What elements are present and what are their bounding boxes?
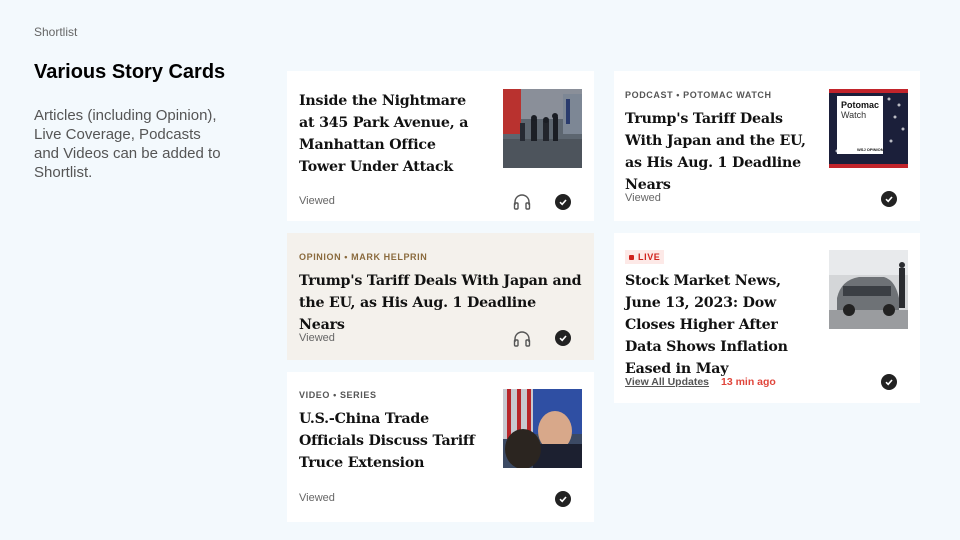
viewed-status: Viewed xyxy=(299,332,335,344)
saved-check-icon[interactable] xyxy=(881,374,897,390)
headphones-icon[interactable] xyxy=(513,194,531,210)
live-badge: LIVE xyxy=(625,250,665,264)
saved-check-icon[interactable] xyxy=(555,491,571,507)
view-all-updates-link[interactable]: View All Updates xyxy=(625,376,709,388)
story-thumbnail xyxy=(829,250,908,329)
podcast-cover-brand: WSJ OPINION xyxy=(857,147,884,152)
story-card-article[interactable]: Inside the Nightmare at 345 Park Avenue,… xyxy=(287,71,594,221)
live-badge-label: LIVE xyxy=(638,252,661,262)
story-headline[interactable]: Stock Market News, June 13, 2023: Dow Cl… xyxy=(625,270,815,380)
viewed-status: Viewed xyxy=(299,195,335,207)
viewed-status: Viewed xyxy=(299,492,335,504)
saved-check-icon[interactable] xyxy=(881,191,897,207)
story-label: PODCAST • POTOMAC WATCH xyxy=(625,90,772,100)
story-card-live[interactable]: LIVE Stock Market News, June 13, 2023: D… xyxy=(614,233,920,403)
saved-check-icon[interactable] xyxy=(555,330,571,346)
viewed-status: Viewed xyxy=(625,192,661,204)
live-dot-icon xyxy=(629,254,634,260)
story-headline[interactable]: U.S.-China Trade Officials Discuss Tarif… xyxy=(299,408,489,474)
story-card-video[interactable]: VIDEO • SERIES U.S.-China Trade Official… xyxy=(287,372,594,522)
headphones-icon[interactable] xyxy=(513,331,531,347)
story-label: VIDEO • SERIES xyxy=(299,390,377,400)
podcast-cover-title: Potomac xyxy=(841,100,880,110)
podcast-cover: Potomac Watch WSJ OPINION xyxy=(829,89,908,168)
page-description: Articles (including Opinion), Live Cover… xyxy=(34,107,221,181)
story-thumbnail xyxy=(503,389,582,468)
live-time-ago: 13 min ago xyxy=(721,376,776,388)
page-eyebrow: Shortlist xyxy=(34,25,78,39)
saved-check-icon[interactable] xyxy=(555,194,571,210)
story-card-podcast[interactable]: PODCAST • POTOMAC WATCH Trump's Tariff D… xyxy=(614,71,920,221)
page-title: Various Story Cards xyxy=(34,61,226,83)
story-label: OPINION • MARK HELPRIN xyxy=(299,252,428,262)
story-thumbnail xyxy=(503,89,582,168)
story-headline[interactable]: Trump's Tariff Deals With Japan and the … xyxy=(299,270,584,336)
story-headline[interactable]: Inside the Nightmare at 345 Park Avenue,… xyxy=(299,90,479,178)
podcast-cover-subtitle: Watch xyxy=(841,110,867,120)
story-card-opinion[interactable]: OPINION • MARK HELPRIN Trump's Tariff De… xyxy=(287,233,594,360)
story-headline[interactable]: Trump's Tariff Deals With Japan and the … xyxy=(625,108,815,196)
